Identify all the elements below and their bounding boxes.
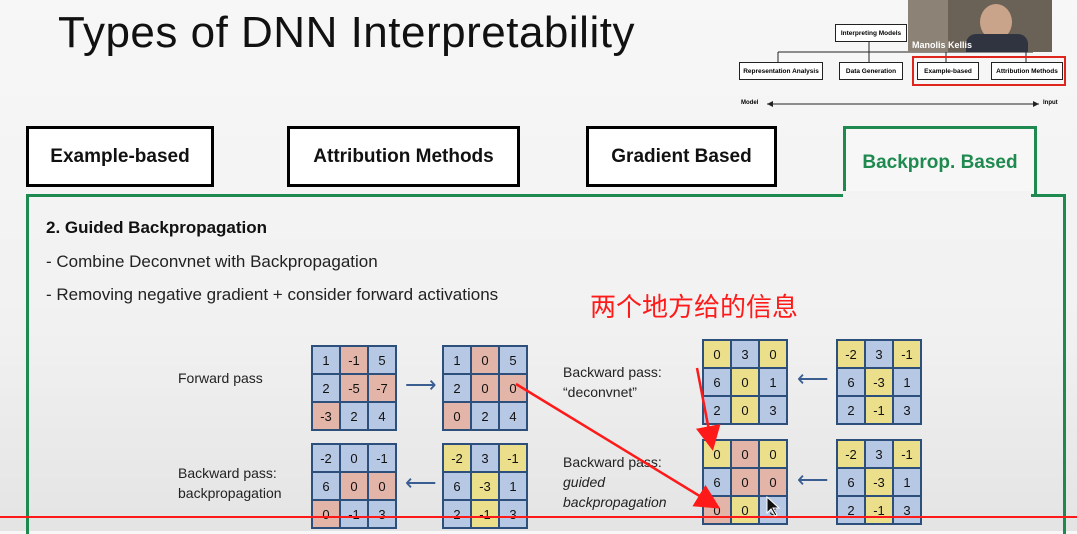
red-annotation-overlay	[0, 367, 1077, 518]
red-arrow-2	[515, 382, 721, 509]
mouse-cursor-icon	[766, 495, 781, 517]
red-arrow-1	[695, 367, 721, 451]
